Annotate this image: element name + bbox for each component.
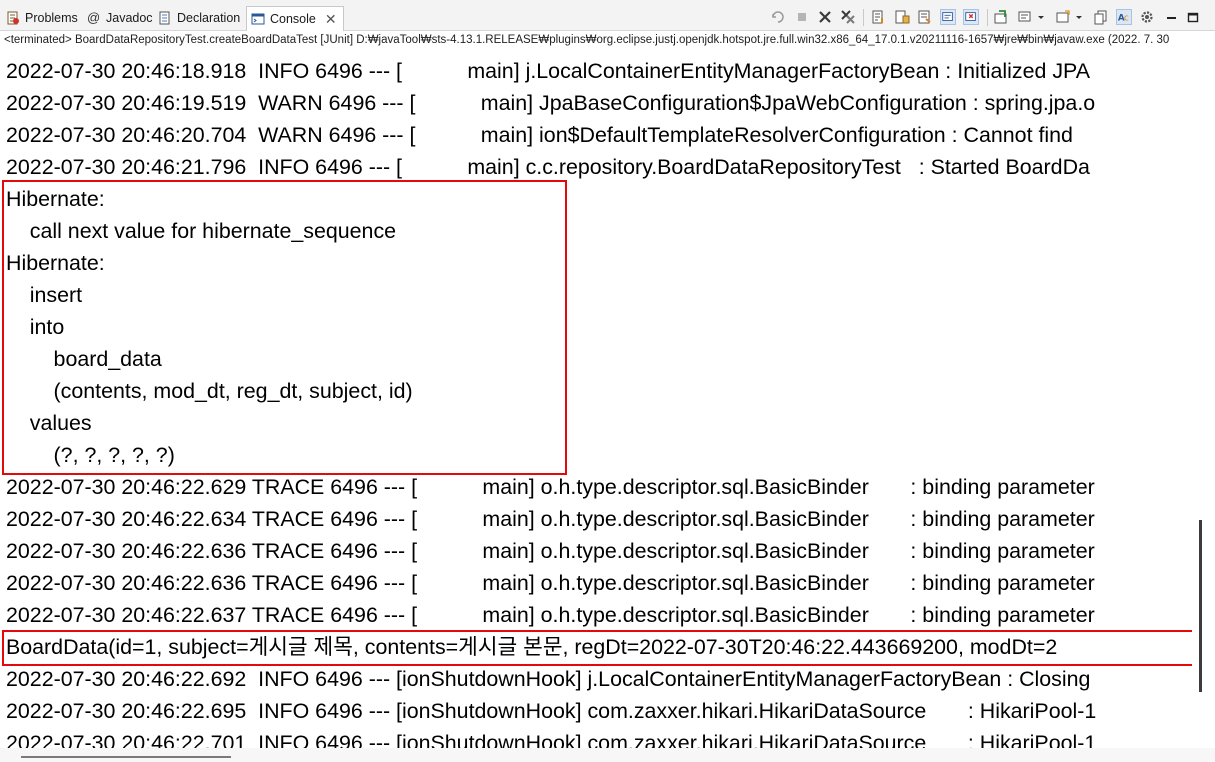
scroll-lock-icon[interactable]: [870, 9, 886, 25]
minimize-icon[interactable]: [1163, 9, 1179, 25]
console-icon: [251, 12, 265, 26]
view-tab-bar: Problems @ Javadoc Declaration Console ✕: [0, 0, 1215, 31]
console-line: 2022-07-30 20:46:22.637 TRACE 6496 --- […: [6, 603, 1095, 627]
pin-console-icon[interactable]: [963, 9, 979, 25]
maximize-icon[interactable]: [1185, 9, 1201, 25]
horizontal-scrollbar[interactable]: [0, 748, 1215, 762]
console-line: 2022-07-30 20:46:22.629 TRACE 6496 --- […: [6, 475, 1095, 499]
console-output[interactable]: 2022-07-30 20:46:18.918 INFO 6496 --- [ …: [0, 48, 1192, 748]
remove-all-terminated-icon[interactable]: [770, 9, 786, 25]
display-selected-console-icon[interactable]: [993, 9, 1009, 25]
tab-label: Javadoc: [106, 11, 153, 25]
console-line: 2022-07-30 20:46:19.519 WARN 6496 --- [ …: [6, 91, 1096, 115]
console-line: 2022-07-30 20:46:18.918 INFO 6496 --- [ …: [6, 59, 1090, 83]
console-line: 2022-07-30 20:46:22.636 TRACE 6496 --- […: [6, 539, 1095, 563]
chevron-down-icon[interactable]: [1074, 9, 1084, 25]
console-line: 2022-07-30 20:46:22.701 INFO 6496 --- [i…: [6, 731, 1097, 748]
ac-toggle-icon[interactable]: Ac: [1116, 9, 1132, 25]
tab-problems[interactable]: Problems: [6, 6, 78, 30]
new-console-icon[interactable]: [1055, 9, 1071, 25]
highlight-box-sql: [2, 180, 567, 475]
close-icon[interactable]: ✕: [325, 12, 337, 26]
console-line: 2022-07-30 20:46:22.636 TRACE 6496 --- […: [6, 571, 1095, 595]
remove-launch-icon[interactable]: [817, 9, 833, 25]
tab-label: Problems: [25, 11, 78, 25]
vertical-scrollbar-thumb[interactable]: [1199, 520, 1202, 692]
declaration-icon: [158, 11, 172, 25]
console-line: 2022-07-30 20:46:22.692 INFO 6496 --- [i…: [6, 667, 1091, 691]
console-line: 2022-07-30 20:46:21.796 INFO 6496 --- [ …: [6, 155, 1090, 179]
vertical-scrollbar[interactable]: [1192, 48, 1215, 748]
terminate-icon[interactable]: [794, 9, 810, 25]
highlight-box-result: [2, 630, 1192, 666]
console-line: 2022-07-30 20:46:22.634 TRACE 6496 --- […: [6, 507, 1095, 531]
console-line: 2022-07-30 20:46:22.695 INFO 6496 --- [i…: [6, 699, 1097, 723]
settings-icon[interactable]: [1139, 9, 1155, 25]
problems-icon: [6, 11, 20, 25]
svg-text:c: c: [1124, 14, 1129, 24]
tab-label: Declaration: [177, 11, 241, 25]
launch-status-line: <terminated> BoardDataRepositoryTest.cre…: [4, 34, 1170, 46]
console-line: 2022-07-30 20:46:20.704 WARN 6496 --- [ …: [6, 123, 1073, 147]
remove-all-launches-icon[interactable]: [840, 9, 856, 25]
tab-console[interactable]: Console ✕: [246, 6, 344, 31]
word-wrap-icon[interactable]: [894, 9, 910, 25]
show-on-stderr-icon[interactable]: [940, 9, 956, 25]
javadoc-icon: @: [87, 10, 101, 25]
horizontal-scrollbar-thumb[interactable]: [21, 756, 231, 758]
copy-icon[interactable]: [1093, 9, 1109, 25]
tab-label: Console: [270, 12, 316, 26]
show-on-stdout-icon[interactable]: [917, 9, 933, 25]
chevron-down-icon[interactable]: [1036, 9, 1046, 25]
tab-declaration[interactable]: Declaration: [158, 6, 240, 30]
open-console-icon[interactable]: [1017, 9, 1033, 25]
tab-javadoc[interactable]: @ Javadoc: [87, 6, 153, 30]
toolbar-separator: [987, 9, 988, 26]
toolbar-separator: [863, 9, 864, 26]
